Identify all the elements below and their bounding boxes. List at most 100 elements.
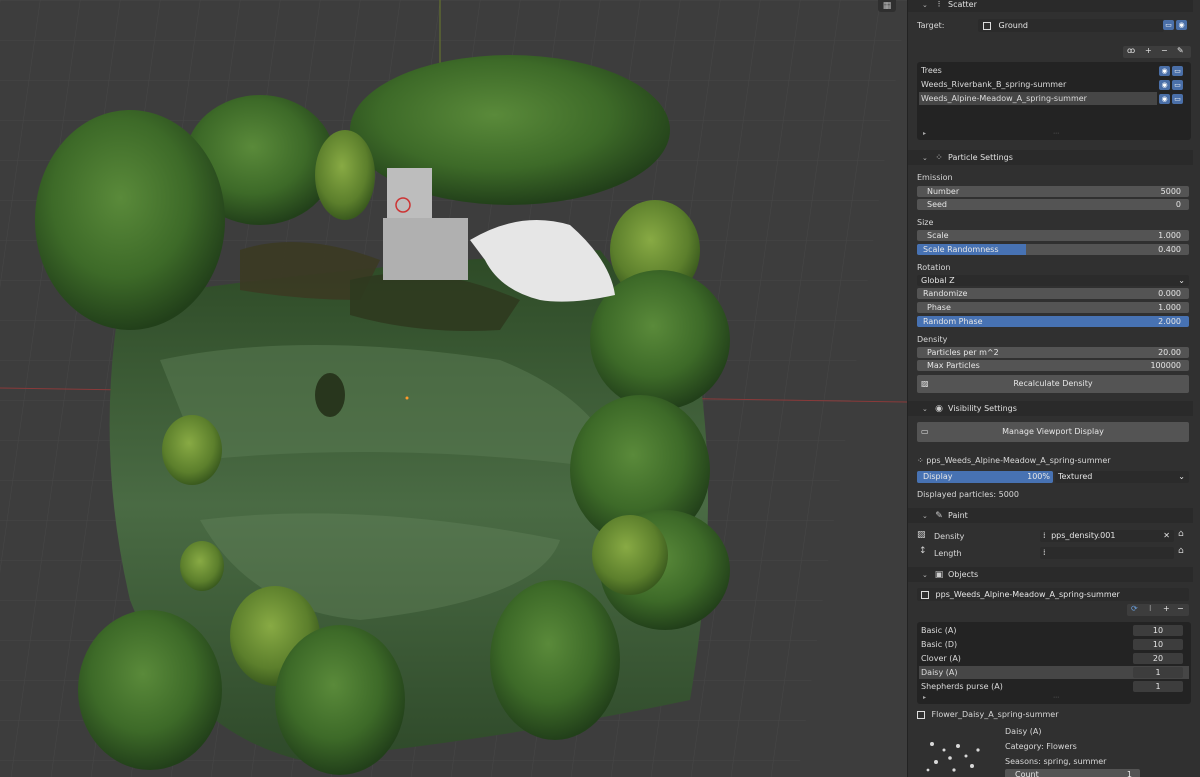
scale-field[interactable]: Scale 1.000 xyxy=(917,230,1189,241)
display-mode-dropdown[interactable]: Textured ⌄ xyxy=(1055,471,1189,483)
list-item[interactable]: Clover (A) 20 xyxy=(919,652,1189,665)
display-percentage-slider[interactable]: Display 100% xyxy=(917,471,1053,483)
particle-settings-label: Particle Settings xyxy=(948,153,1013,162)
max-particles-field[interactable]: Max Particles 100000 xyxy=(917,360,1189,371)
list-item-active[interactable]: Daisy (A) 1 xyxy=(919,666,1189,679)
list-item[interactable]: Shepherds purse (A) 1 xyxy=(919,680,1189,693)
close-icon[interactable]: ✕ xyxy=(1163,530,1170,542)
camera-icon[interactable]: ◉ xyxy=(1159,80,1170,90)
randomize-field[interactable]: Randomize 0.000 xyxy=(917,288,1189,299)
length-icon: ↕ xyxy=(919,546,927,556)
properties-sidebar: ⌄ ⁝ Scatter Target: Ground ▭ ◉ ꝏ + − ✎ T… xyxy=(907,0,1200,777)
add-object-icon[interactable]: ⁝ xyxy=(1149,604,1152,613)
detail-category: Category: Flowers xyxy=(1005,742,1077,751)
scale-randomness-slider[interactable]: Scale Randomness 0.400 xyxy=(917,244,1189,255)
manage-viewport-display-button[interactable]: ▭ Manage Viewport Display xyxy=(917,422,1189,442)
brush-icon: ✎ xyxy=(935,510,943,521)
monitor-icon[interactable]: ▭ xyxy=(1163,20,1174,30)
object-preview-thumbnail xyxy=(920,736,992,776)
expand-icon[interactable]: ▸ xyxy=(923,130,926,137)
monitor-icon: ▭ xyxy=(921,427,929,436)
3d-viewport[interactable]: ▦ xyxy=(0,0,907,777)
brush-icon[interactable]: ⌂ xyxy=(1178,529,1184,539)
recalculate-density-button[interactable]: ▨ Recalculate Density xyxy=(917,375,1189,393)
box-object xyxy=(383,218,468,280)
paint-length-field[interactable]: ⁞ xyxy=(1040,547,1174,559)
collection-icon xyxy=(921,590,929,599)
monitor-icon[interactable]: ▭ xyxy=(1172,94,1183,104)
chevron-down-icon: ⌄ xyxy=(922,570,928,579)
refresh-icon[interactable]: ⟳ xyxy=(1131,604,1138,613)
camera-icon[interactable]: ◉ xyxy=(1159,66,1170,76)
chevron-down-icon: ⌄ xyxy=(922,404,928,413)
collection-field[interactable]: pps_Weeds_Alpine-Meadow_A_spring-summer xyxy=(917,588,1189,601)
particle-settings-header[interactable]: ⌄ ⁘ Particle Settings xyxy=(908,150,1193,165)
target-label: Target: xyxy=(917,21,945,30)
objects-list[interactable]: Basic (A) 10 Basic (D) 10 Clover (A) 20 … xyxy=(917,622,1191,704)
scatter-panel-header[interactable]: ⌄ ⁝ Scatter xyxy=(908,0,1193,12)
grid-view-icon[interactable]: ▦ xyxy=(878,0,896,12)
minus-icon[interactable]: − xyxy=(1177,604,1184,613)
collection-icon: ▣ xyxy=(934,569,944,580)
visibility-header-label: Visibility Settings xyxy=(948,404,1017,413)
list-item[interactable]: Basic (A) 10 xyxy=(919,624,1189,637)
density-icon: ▨ xyxy=(917,530,926,540)
plus-icon[interactable]: + xyxy=(1145,46,1152,55)
paint-header-label: Paint xyxy=(948,511,968,520)
chevron-down-icon: ⌄ xyxy=(922,153,928,162)
particles-per-m2-field[interactable]: Particles per m^2 20.00 xyxy=(917,347,1189,358)
monitor-icon[interactable]: ▭ xyxy=(1172,80,1183,90)
paint-density-field[interactable]: ⁞ pps_density.001 ✕ xyxy=(1040,530,1174,542)
list-item[interactable]: Basic (D) 10 xyxy=(919,638,1189,651)
vertex-group-icon: ⁞ xyxy=(1043,531,1046,540)
visibility-system-name: ⁘ pps_Weeds_Alpine-Meadow_A_spring-summe… xyxy=(917,456,1111,465)
chevron-down-icon: ⌄ xyxy=(922,0,928,9)
particles-icon: ⁘ xyxy=(917,456,924,465)
density-label: Density xyxy=(917,335,948,344)
objects-panel-header[interactable]: ⌄ ▣ Objects xyxy=(908,567,1193,582)
rotation-label: Rotation xyxy=(917,263,951,272)
cube-object xyxy=(387,168,432,218)
brush-icon[interactable]: ⌂ xyxy=(1178,546,1184,556)
density-icon: ▨ xyxy=(921,379,929,388)
size-label: Size xyxy=(917,218,934,227)
list-tools: ꝏ + − ✎ xyxy=(1123,46,1191,58)
random-phase-field[interactable]: Random Phase 2.000 xyxy=(917,316,1189,327)
scatter-header-label: Scatter xyxy=(948,0,977,9)
number-field[interactable]: Number 5000 xyxy=(917,186,1189,197)
paint-panel-header[interactable]: ⌄ ✎ Paint xyxy=(908,508,1193,523)
mesh-object-icon xyxy=(917,710,925,719)
detail-name: Daisy (A) xyxy=(1005,727,1042,736)
chevron-down-icon: ⌄ xyxy=(922,511,928,520)
expand-icon[interactable]: ▸ xyxy=(923,694,926,701)
mesh-object-icon xyxy=(983,21,991,30)
displayed-particles: Displayed particles: 5000 xyxy=(917,490,1019,499)
target-value: Ground xyxy=(998,21,1028,30)
detail-seasons: Seasons: spring, summer xyxy=(1005,757,1107,766)
seed-field[interactable]: Seed 0 xyxy=(917,199,1189,210)
camera-icon[interactable]: ◉ xyxy=(1176,20,1187,30)
resize-grip-icon[interactable]: ⋯ xyxy=(1053,130,1059,137)
list-item[interactable]: Weeds_Riverbank_B_spring-summer xyxy=(919,78,1157,91)
paint-length-label: Length xyxy=(934,549,962,558)
chevron-down-icon: ⌄ xyxy=(1178,472,1185,481)
pencil-icon[interactable]: ✎ xyxy=(1177,46,1184,55)
scatter-icon[interactable]: ꝏ xyxy=(1127,46,1135,55)
list-item-active[interactable]: Weeds_Alpine-Meadow_A_spring-summer xyxy=(919,92,1157,105)
camera-icon[interactable]: ◉ xyxy=(1159,94,1170,104)
vertex-group-icon: ⁞ xyxy=(1043,548,1046,557)
plus-icon[interactable]: + xyxy=(1163,604,1170,613)
minus-icon[interactable]: − xyxy=(1161,46,1168,55)
target-field[interactable]: Ground xyxy=(978,19,1164,32)
resize-grip-icon[interactable]: ⋯ xyxy=(1053,694,1059,701)
visibility-settings-header[interactable]: ⌄ ◉ Visibility Settings xyxy=(908,401,1193,416)
count-field[interactable]: Count 1 xyxy=(1005,769,1140,777)
monitor-icon[interactable]: ▭ xyxy=(1172,66,1183,76)
scatter-systems-list[interactable]: Trees Weeds_Riverbank_B_spring-summer We… xyxy=(917,62,1191,140)
phase-field[interactable]: Phase 1.000 xyxy=(917,302,1189,313)
list-item[interactable]: Trees xyxy=(919,64,1157,77)
emission-label: Emission xyxy=(917,173,953,182)
particles-icon: ⁘ xyxy=(935,152,943,163)
rotation-mode-dropdown[interactable]: Global Z ⌄ xyxy=(917,275,1189,286)
eye-icon: ◉ xyxy=(935,403,943,414)
